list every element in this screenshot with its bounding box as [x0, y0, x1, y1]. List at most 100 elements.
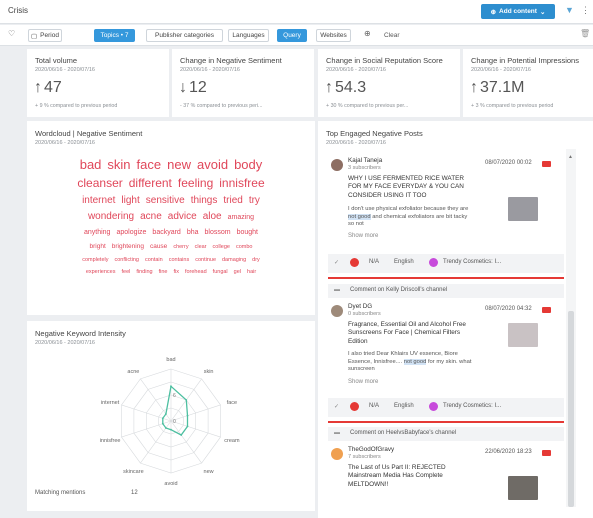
query-filter[interactable]: Query — [277, 29, 307, 42]
word[interactable]: try — [249, 192, 260, 209]
language-label: English — [394, 259, 414, 265]
post-title[interactable]: Fragrance, Essential Oil and Alcohol Fre… — [348, 321, 472, 346]
word[interactable]: finding — [136, 266, 152, 278]
word[interactable]: things — [191, 192, 218, 209]
page-title: Crisis — [8, 6, 28, 15]
radar-point[interactable] — [186, 425, 189, 428]
word[interactable]: cherry — [173, 241, 188, 254]
word[interactable]: combo — [236, 241, 253, 254]
matching-mentions-value: 12 — [131, 490, 138, 496]
word[interactable]: backyard — [152, 226, 180, 240]
word[interactable]: dry — [252, 254, 260, 266]
word[interactable]: hair — [247, 266, 256, 278]
add-content-button[interactable]: ⊕ Add content ⌄ — [481, 4, 555, 19]
word[interactable]: advice — [168, 209, 197, 225]
post-author[interactable]: Dyet DG — [348, 303, 372, 310]
video-thumbnail[interactable] — [508, 476, 538, 500]
show-more-link[interactable]: Show more — [348, 233, 378, 239]
radar-point[interactable] — [161, 422, 164, 425]
post-title[interactable]: The Last of Us Part II: REJECTED Mainstr… — [348, 464, 472, 489]
word[interactable]: brightening — [112, 240, 144, 253]
word[interactable]: conflicting — [114, 254, 138, 266]
languages-filter[interactable]: Languages — [228, 29, 269, 42]
word[interactable]: amazing — [228, 210, 254, 226]
word[interactable]: different — [129, 174, 172, 192]
word[interactable]: feel — [121, 266, 130, 278]
word[interactable]: bright — [90, 240, 106, 253]
radar-point[interactable] — [180, 434, 183, 436]
word[interactable]: fungal — [213, 266, 228, 278]
heart-icon[interactable]: ♡ — [8, 29, 15, 38]
word[interactable]: bha — [187, 226, 199, 240]
delete-icon[interactable]: 🗑 — [580, 29, 590, 38]
word[interactable]: anything — [84, 226, 110, 240]
word[interactable]: clear — [195, 241, 207, 254]
show-more-link[interactable]: Show more — [348, 379, 378, 385]
more-options-icon[interactable]: ⋮ — [581, 5, 590, 16]
word[interactable]: avoid — [197, 155, 228, 174]
word[interactable]: tried — [223, 192, 242, 209]
word[interactable]: skin — [107, 155, 130, 174]
post-author[interactable]: Kajal Taneja — [348, 157, 382, 164]
word[interactable]: continue — [195, 254, 216, 266]
word[interactable]: apologize — [116, 226, 146, 240]
radar-point[interactable] — [170, 428, 172, 431]
word[interactable]: experiences — [86, 266, 116, 278]
word[interactable]: acne — [140, 209, 162, 225]
scroll-up-icon[interactable]: ▲ — [568, 154, 573, 160]
post-card[interactable]: TheGodOfGravy 7 subscribers 22/06/2020 1… — [328, 442, 564, 507]
check-icon[interactable]: ✓ — [334, 403, 339, 410]
word[interactable]: sensitive — [146, 192, 185, 209]
clear-filters-button[interactable]: Clear — [384, 32, 400, 39]
word[interactable]: blossom — [205, 226, 231, 240]
word[interactable]: face — [137, 155, 162, 174]
video-thumbnail[interactable] — [508, 197, 538, 221]
word[interactable]: fix — [173, 266, 179, 278]
feed-scrollbar[interactable]: ▲ — [566, 149, 576, 507]
radar-point[interactable] — [186, 414, 189, 417]
add-filter-icon[interactable]: ⊕ — [364, 29, 371, 38]
post-author[interactable]: TheGodOfGravy — [348, 446, 394, 453]
scrollbar-thumb[interactable] — [568, 311, 574, 507]
word[interactable]: light — [121, 192, 139, 209]
word[interactable]: bought — [237, 226, 258, 240]
period-filter[interactable]: ▢ Period — [28, 29, 62, 42]
word[interactable]: cleanser — [77, 174, 122, 192]
post-title[interactable]: WHY I USE FERMENTED RICE WATER FOR MY FA… — [348, 175, 472, 200]
radar-point[interactable] — [165, 413, 167, 415]
word[interactable]: college — [213, 241, 230, 254]
word[interactable]: damaging — [222, 254, 246, 266]
word[interactable]: fine — [159, 266, 168, 278]
brand-logo-icon[interactable]: ▼ — [565, 5, 574, 15]
word[interactable]: body — [234, 155, 262, 174]
word[interactable]: feeling — [178, 174, 213, 192]
wordcloud-row: bad skin face new avoid body — [37, 155, 305, 174]
post-card[interactable]: Dyet DG 0 subscribers 08/07/2020 04:32 F… — [328, 299, 564, 427]
topics-filter[interactable]: Topics • 7 — [94, 29, 135, 42]
word[interactable]: contain — [145, 254, 163, 266]
radar-point[interactable] — [161, 417, 164, 420]
publisher-categories-filter[interactable]: Publisher categories — [146, 29, 223, 42]
word[interactable]: forehead — [185, 266, 207, 278]
word[interactable]: new — [167, 155, 191, 174]
word[interactable]: innisfree — [219, 174, 264, 192]
word[interactable]: aloe — [203, 209, 222, 225]
word[interactable]: gel — [234, 266, 241, 278]
word[interactable]: cause — [150, 240, 167, 253]
radar-point[interactable] — [165, 427, 167, 429]
word[interactable]: bad — [80, 155, 102, 174]
word[interactable]: contains — [169, 254, 190, 266]
channel-label: Comment on HeelvsBabyface's channel — [350, 430, 457, 436]
post-card[interactable]: Kajal Taneja 3 subscribers 08/07/2020 00… — [328, 151, 564, 279]
word[interactable]: wondering — [88, 209, 134, 225]
video-thumbnail[interactable] — [508, 323, 538, 347]
word[interactable]: internet — [82, 192, 115, 209]
wordcloud-row: cleanser different feeling innisfree — [37, 174, 305, 192]
radar-chart: bad skin face cream new avoid skincare innisfre… — [55, 353, 287, 487]
radar-point[interactable] — [170, 385, 172, 388]
check-icon[interactable]: ✓ — [334, 259, 339, 266]
word[interactable]: completely — [82, 254, 108, 266]
radar-point[interactable] — [185, 399, 188, 401]
category-label: Trendy Cosmetics: I... — [443, 259, 502, 265]
websites-filter[interactable]: Websites — [316, 29, 351, 42]
